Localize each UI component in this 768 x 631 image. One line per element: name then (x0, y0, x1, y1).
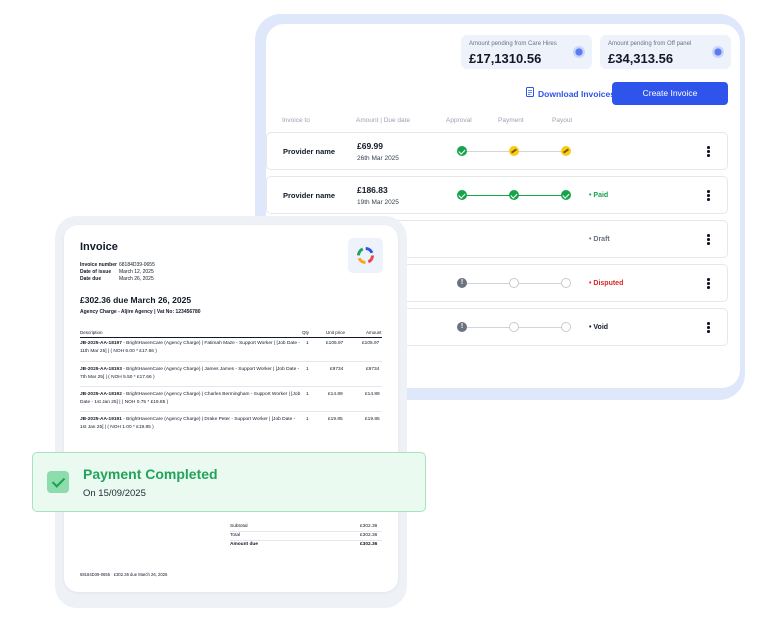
care-hires-pending-card: Amount pending from Care Hires £17,1310.… (461, 35, 592, 69)
status-badge: • Disputed (589, 280, 624, 287)
approval-check-icon (457, 190, 467, 200)
line-item-unit-price: £19.85 (328, 417, 343, 422)
payout-pending-icon (561, 146, 571, 156)
totals-separator (230, 540, 382, 541)
amount-due-heading: £302.36 due March 26, 2025 (80, 295, 192, 305)
ring-logo-icon (357, 247, 374, 264)
invoice-number-value: 68184D39-0655 (119, 262, 155, 268)
status-badge: • Draft (589, 236, 610, 243)
off-panel-pending-card: Amount pending from Off panel £34,313.56 (600, 35, 731, 69)
dispute-alert-icon: ! (457, 278, 467, 288)
status-badge: • Void (589, 324, 609, 331)
subtotal-label: Subtotal (230, 524, 248, 529)
care-hires-pending-label: Amount pending from Care Hires (469, 41, 557, 47)
payment-check-icon (509, 190, 519, 200)
invoice-footer: 68184D39-0655 · £302.36 due March 26, 20… (80, 572, 168, 577)
line-item-separator (80, 386, 382, 387)
pending-indicator-icon (573, 46, 585, 58)
payout-empty-icon (561, 278, 571, 288)
line-item-unit-price: £14.89 (328, 392, 343, 397)
amount-due-value: £302.36 (360, 542, 378, 547)
total-label: Total (230, 533, 241, 538)
line-item-unit-price: £105.97 (326, 341, 344, 346)
column-amount-due-date: Amount | Due date (356, 117, 411, 124)
payout-check-icon (561, 190, 571, 200)
provider-name: Provider name (283, 191, 336, 200)
table-header-rule (80, 337, 382, 338)
pending-indicator-icon (712, 46, 724, 58)
off-panel-pending-value: £34,313.56 (608, 51, 674, 66)
column-invoice-to: Invoice to (282, 117, 310, 124)
header-qty: Qty (302, 330, 310, 335)
line-item-separator (80, 411, 382, 412)
create-invoice-button[interactable]: Create Invoice (612, 82, 728, 105)
line-item-description: JB-2025-AA-18197 - BrightHavenCare (Agen… (80, 341, 300, 354)
payment-completed-title: Payment Completed (83, 466, 218, 482)
care-hires-pending-value: £17,1310.56 (469, 51, 542, 66)
line-item-amount: £19.85 (365, 417, 380, 422)
column-payment: Payment (498, 117, 524, 124)
agency-line: Agency Charge - Aljire Agency | Vat No: … (80, 309, 201, 315)
line-item-amount: £9734 (366, 367, 380, 372)
line-item-amount: £105.97 (362, 341, 380, 346)
invoice-row[interactable]: Provider name £69.99 26th Mar 2025 (266, 132, 728, 170)
invoice-row[interactable]: Provider name £186.83 19th Mar 2025 • Pa… (266, 176, 728, 214)
document-icon (526, 87, 534, 97)
approval-check-icon (457, 146, 467, 156)
line-item-qty: 1 (306, 392, 309, 397)
check-icon (47, 471, 69, 493)
invoice-document: Invoice Invoice number 68184D39-0655 Dat… (64, 225, 398, 592)
void-alert-icon: ! (457, 322, 467, 332)
company-logo (348, 238, 383, 273)
invoice-amount: £69.99 (357, 141, 383, 151)
line-item-description: JB-2025-AA-19191 - BrightHavenCare (Agen… (80, 417, 296, 430)
payment-pending-icon (509, 146, 519, 156)
line-item-description: JB-2025-AA-18193 - BrightHavenCare (Agen… (80, 367, 300, 380)
invoice-amount: £186.83 (357, 185, 388, 195)
row-menu-icon[interactable] (707, 146, 710, 157)
row-menu-icon[interactable] (707, 190, 710, 201)
payment-empty-icon (509, 278, 519, 288)
provider-name: Provider name (283, 147, 336, 156)
totals-separator (230, 531, 382, 532)
amount-due-label: Amount due (230, 542, 258, 547)
header-unit-price: Unit price (326, 330, 346, 335)
line-item-qty: 1 (306, 341, 309, 346)
payout-empty-icon (561, 322, 571, 332)
invoice-title: Invoice (80, 241, 118, 253)
column-approval: Approval (446, 117, 472, 124)
line-item-description: JB-2025-AA-18192 - BrightHavenCare (Agen… (80, 392, 301, 405)
payment-completed-date: On 15/09/2025 (83, 488, 146, 499)
status-badge: • Paid (589, 192, 609, 199)
payment-empty-icon (509, 322, 519, 332)
line-item-qty: 1 (306, 367, 309, 372)
invoice-due-date: 26th Mar 2025 (357, 155, 399, 162)
row-menu-icon[interactable] (707, 234, 710, 245)
line-item-unit-price: £9734 (330, 367, 344, 372)
invoice-number-label: Invoice number (80, 262, 117, 268)
row-menu-icon[interactable] (707, 322, 710, 333)
off-panel-pending-label: Amount pending from Off panel (608, 41, 692, 47)
payment-completed-banner: Payment Completed On 15/09/2025 (32, 452, 426, 512)
line-item-qty: 1 (306, 417, 309, 422)
line-item-amount: £14.89 (365, 392, 380, 397)
date-due-value: March 26, 2025 (119, 276, 154, 282)
column-payout: Payout (552, 117, 573, 124)
total-value: £302.36 (360, 533, 378, 538)
date-of-issue-value: March 12, 2025 (119, 269, 154, 275)
date-due-label: Date due (80, 276, 102, 282)
line-item-separator (80, 361, 382, 362)
header-description: Description (80, 330, 103, 335)
header-amount: Amount (366, 330, 382, 335)
row-menu-icon[interactable] (707, 278, 710, 289)
date-of-issue-label: Date of issue (80, 269, 112, 275)
download-invoices-label: Download Invoices (538, 89, 615, 99)
subtotal-value: £302.36 (360, 524, 378, 529)
invoice-due-date: 19th Mar 2025 (357, 199, 399, 206)
